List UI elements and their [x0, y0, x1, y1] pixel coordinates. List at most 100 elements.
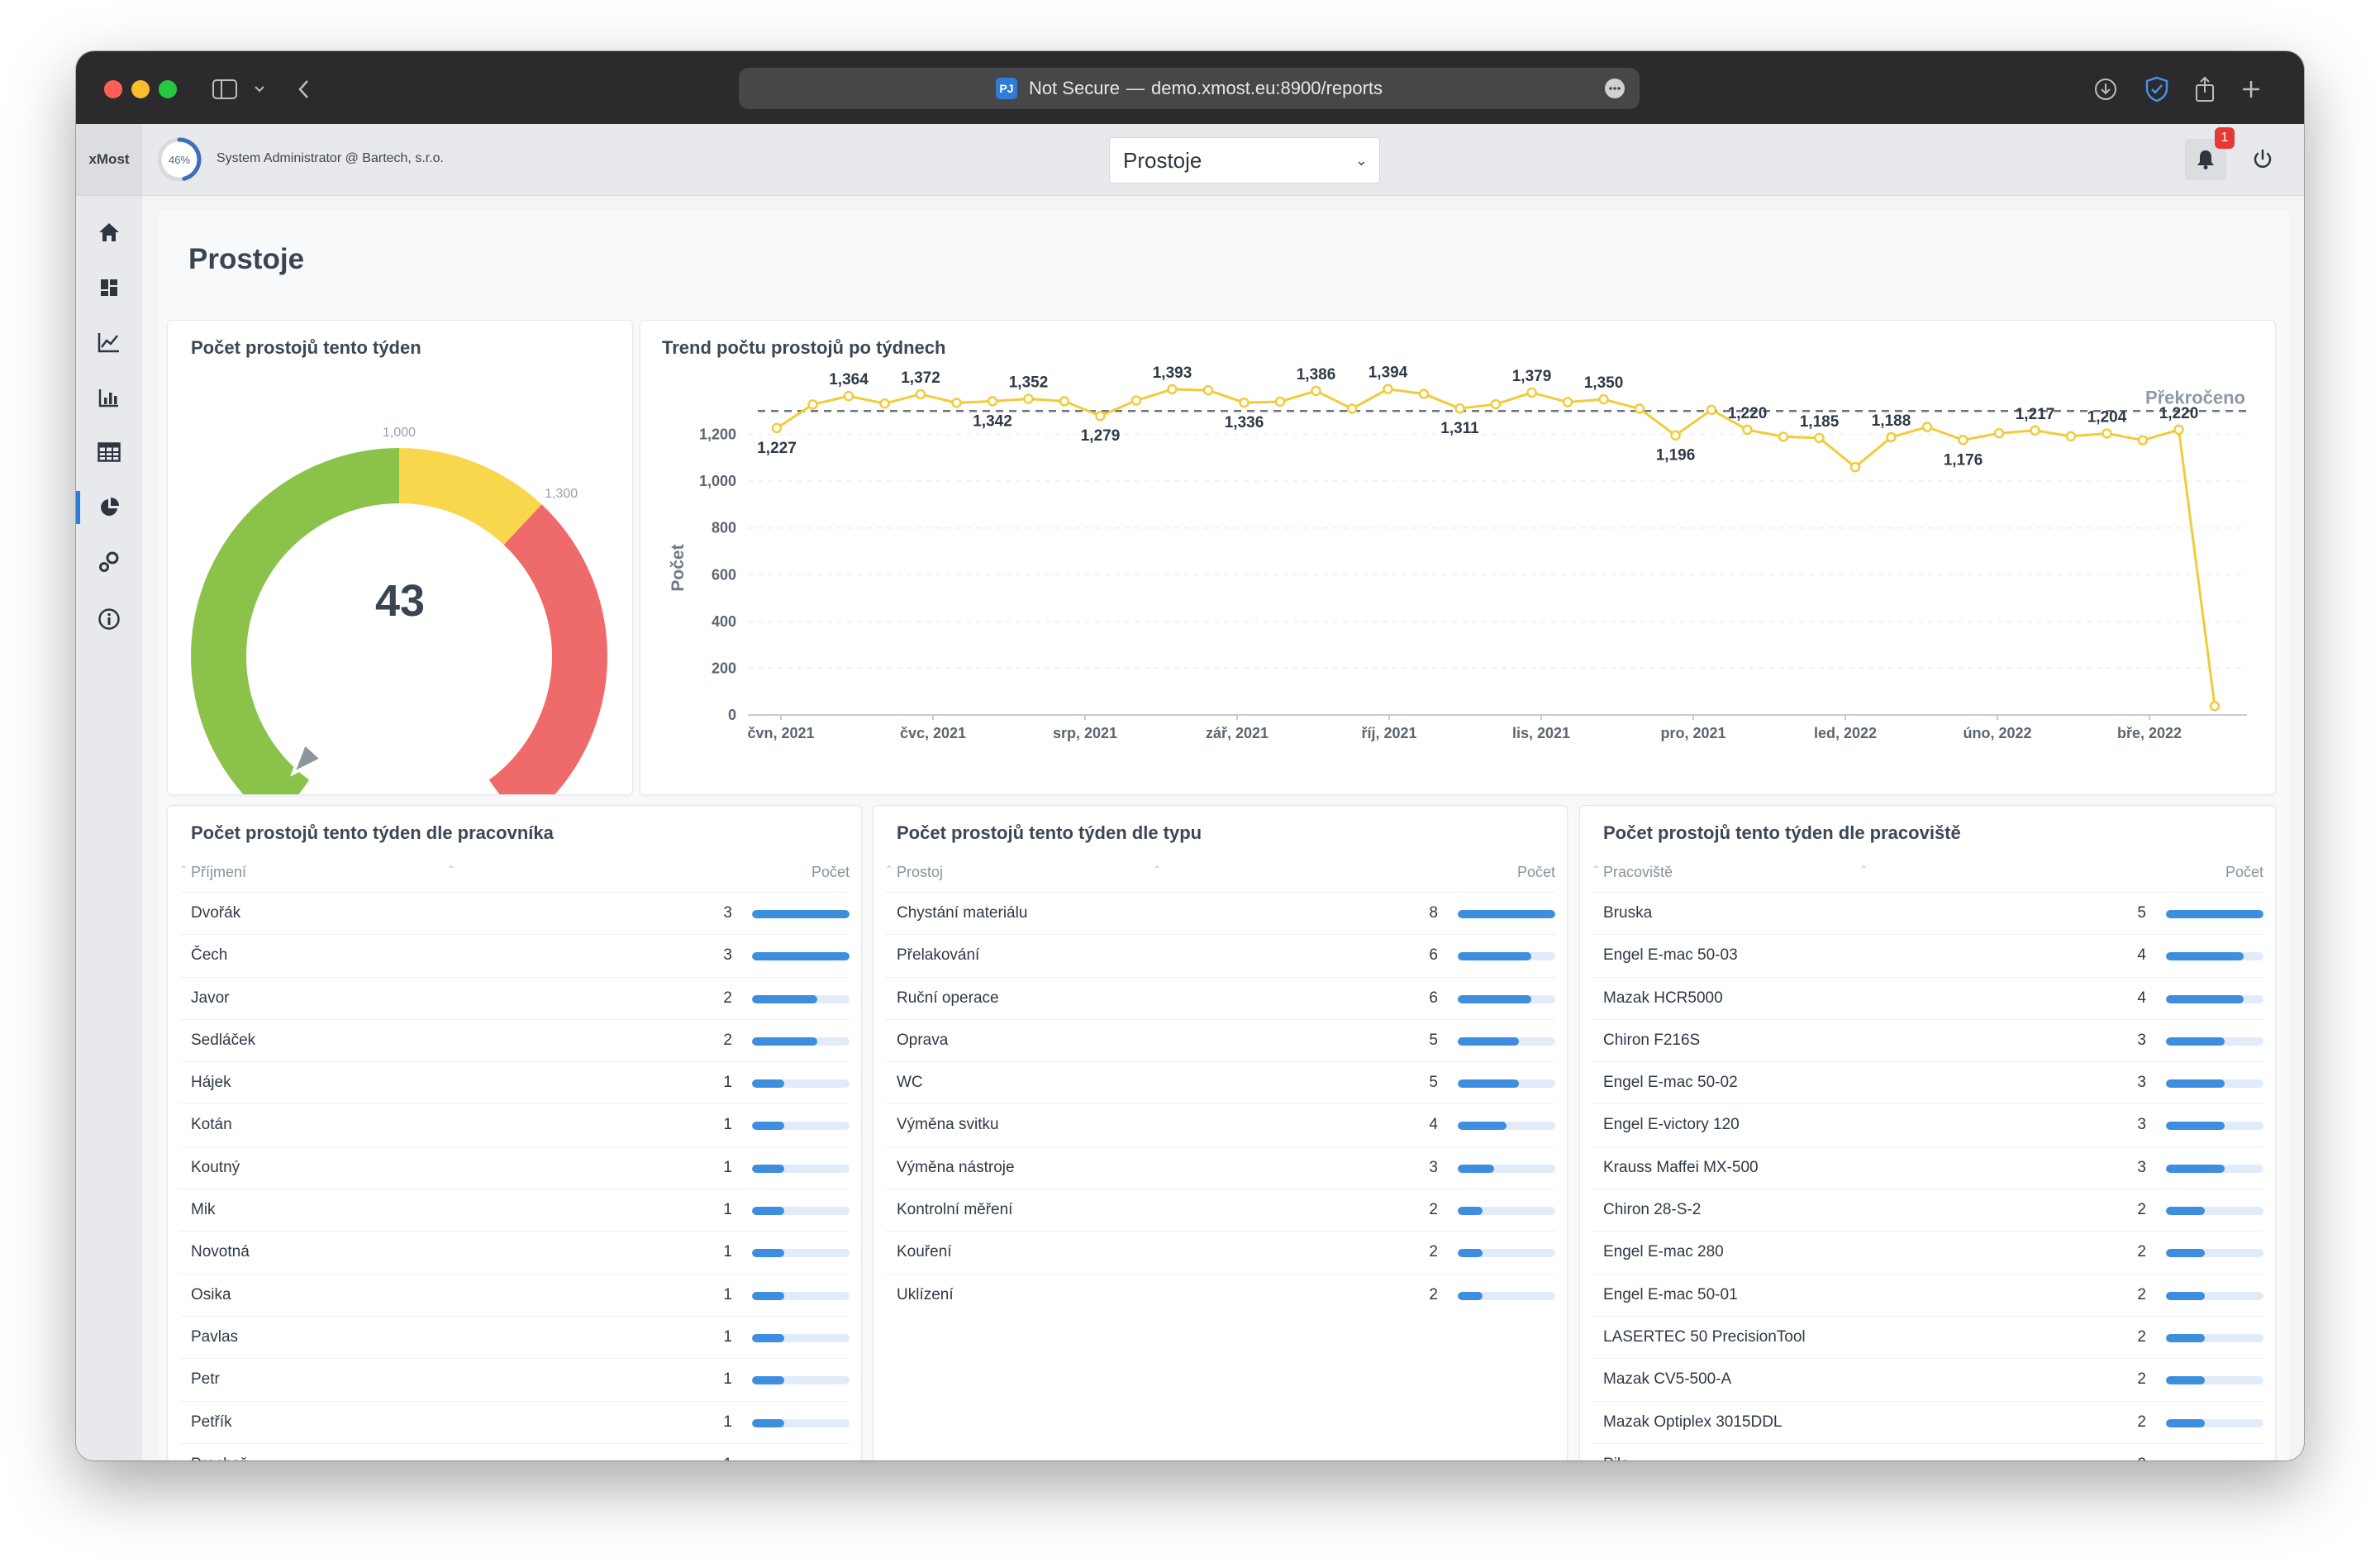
url-text: demo.xmost.eu:8900/reports	[1151, 78, 1383, 98]
shield-icon[interactable]	[2137, 69, 2177, 109]
table-row[interactable]: Mazak Optiplex 3015DDL 2	[1592, 1400, 2263, 1443]
address-bar[interactable]: PJ Not Secure — demo.xmost.eu:8900/repor…	[739, 68, 1640, 109]
more-options-icon[interactable]	[1605, 79, 1625, 98]
table-row[interactable]: LASERTEC 50 PrecisionTool 2	[1592, 1315, 2263, 1358]
page-title: Prostoje	[188, 243, 305, 275]
table-row[interactable]: Chiron F216S 3	[1592, 1018, 2263, 1061]
data-point	[1993, 427, 2005, 439]
table-row[interactable]: Novotná 1	[179, 1231, 850, 1273]
sidebar-item-home[interactable]	[76, 209, 142, 255]
table-row[interactable]: Engel E-mac 50-03 4	[1592, 934, 2263, 976]
table-row[interactable]: Ruční operace 6	[885, 976, 1555, 1019]
sidebar-item-bar-chart[interactable]	[76, 374, 142, 421]
count-bar-fill	[752, 1376, 785, 1385]
count-bar-fill	[2166, 952, 2244, 961]
back-arrow-icon[interactable]	[284, 69, 324, 109]
app-logo[interactable]: xMost	[76, 124, 142, 195]
sidebar-item-line-chart[interactable]	[76, 319, 142, 365]
table-row[interactable]: Engel E-mac 50-02 3	[1592, 1061, 2263, 1103]
row-count: 5	[1429, 1031, 1438, 1049]
table-row[interactable]: Uklízení 2	[885, 1273, 1555, 1316]
sort-icon[interactable]: ⌃	[1859, 864, 1868, 875]
minimize-window-button[interactable]	[131, 80, 150, 98]
share-icon[interactable]	[2185, 69, 2225, 109]
sort-icon[interactable]: ⌃	[179, 864, 188, 875]
table-row[interactable]: Mazak CV5-500-A 2	[1592, 1358, 2263, 1400]
table-row[interactable]: Kouření 2	[885, 1231, 1555, 1273]
row-count: 1	[723, 1285, 732, 1303]
row-count: 6	[1429, 989, 1438, 1007]
table-row[interactable]: Engel E-mac 280 2	[1592, 1231, 2263, 1273]
row-label: Engel E-mac 50-03	[1603, 946, 1738, 965]
table-row[interactable]: Prachař 1	[179, 1442, 850, 1461]
row-label: Výměna nástroje	[897, 1158, 1015, 1176]
column-header-name[interactable]: Pracoviště	[1603, 864, 1673, 881]
data-label: 1,352	[1009, 374, 1049, 392]
table-row[interactable]: Chiron 28-S-2 2	[1592, 1189, 2263, 1231]
sidebar-item-pie-chart[interactable]	[76, 484, 142, 531]
count-bar-fill	[2166, 1291, 2206, 1300]
data-label: 1,217	[2016, 406, 2055, 423]
count-bar-fill	[1458, 952, 1531, 961]
logout-button[interactable]	[2242, 139, 2283, 180]
current-user[interactable]: System Administrator @ Bartech, s.r.o.	[217, 151, 444, 166]
column-header-name[interactable]: Příjmení	[191, 864, 246, 881]
table-row[interactable]: Engel E-mac 50-01 2	[1592, 1273, 2263, 1316]
table-row[interactable]: Krauss Maffei MX-500 3	[1592, 1146, 2263, 1189]
table-row[interactable]: Pavlas 1	[179, 1315, 850, 1358]
column-header-count[interactable]: Počet	[1517, 864, 1555, 881]
sort-icon[interactable]: ⌃	[1592, 864, 1600, 875]
table-row[interactable]: Čech 3	[179, 934, 850, 976]
row-count: 2	[2137, 1285, 2146, 1303]
count-bar-fill	[1458, 1207, 1483, 1216]
table-row[interactable]: Mik 1	[179, 1189, 850, 1231]
table-row[interactable]: Koutný 1	[179, 1146, 850, 1189]
zoom-window-button[interactable]	[159, 80, 177, 98]
table-row[interactable]: Javor 2	[179, 976, 850, 1019]
sort-icon[interactable]: ⌃	[885, 864, 893, 875]
table-row[interactable]: Dvořák 3	[179, 892, 850, 934]
sidebar-toggle-icon[interactable]	[205, 69, 245, 109]
column-header-count[interactable]: Počet	[812, 864, 850, 881]
table-row[interactable]: WC 5	[885, 1061, 1555, 1103]
table-row[interactable]: Petr 1	[179, 1358, 850, 1400]
table-row[interactable]: Kontrolní měření 2	[885, 1189, 1555, 1231]
count-bar-fill	[2166, 1079, 2225, 1089]
row-label: Hájek	[191, 1074, 231, 1092]
download-icon[interactable]	[2086, 69, 2125, 109]
close-window-button[interactable]	[104, 80, 122, 98]
table-row[interactable]: Osika 1	[179, 1273, 850, 1316]
row-count: 2	[2137, 1370, 2146, 1389]
column-header-count[interactable]: Počet	[2225, 864, 2263, 881]
table-row[interactable]: Chystání materiálu 8	[885, 892, 1555, 934]
table-row[interactable]: Petřík 1	[179, 1400, 850, 1443]
row-count: 1	[723, 1158, 732, 1176]
table-row[interactable]: Bruska 5	[1592, 892, 2263, 934]
row-label: Koutný	[191, 1158, 240, 1176]
table-row[interactable]: Sedláček 2	[179, 1018, 850, 1061]
sort-icon[interactable]: ⌃	[1153, 864, 1161, 875]
gauge-value: 43	[374, 576, 426, 626]
sidebar-item-dashboard[interactable]	[76, 264, 142, 311]
data-point	[1130, 395, 1142, 406]
table-row[interactable]: Kotán 1	[179, 1103, 850, 1146]
column-header-name[interactable]: Prostoj	[897, 864, 943, 881]
chevron-down-icon[interactable]	[240, 69, 279, 109]
data-label: 1,220	[2159, 405, 2199, 422]
new-tab-icon[interactable]	[2231, 69, 2271, 109]
sidebar-item-table[interactable]	[76, 429, 142, 475]
table-row[interactable]: Oprava 5	[885, 1018, 1555, 1061]
table-row[interactable]: Pila 2	[1592, 1442, 2263, 1461]
report-select[interactable]: Prostoje ⌄	[1109, 137, 1380, 183]
count-bar-fill	[752, 1036, 817, 1046]
data-label: 1,196	[1656, 447, 1696, 465]
sidebar-item-info[interactable]	[76, 596, 142, 642]
table-row[interactable]: Mazak HCR5000 4	[1592, 976, 2263, 1019]
table-row[interactable]: Přelakování 6	[885, 934, 1555, 976]
table-row[interactable]: Hájek 1	[179, 1061, 850, 1103]
table-row[interactable]: Výměna svitku 4	[885, 1103, 1555, 1146]
table-row[interactable]: Engel E-victory 120 3	[1592, 1103, 2263, 1146]
sort-icon[interactable]: ⌃	[447, 864, 455, 875]
sidebar-item-settings[interactable]	[76, 539, 142, 585]
table-row[interactable]: Výměna nástroje 3	[885, 1146, 1555, 1189]
